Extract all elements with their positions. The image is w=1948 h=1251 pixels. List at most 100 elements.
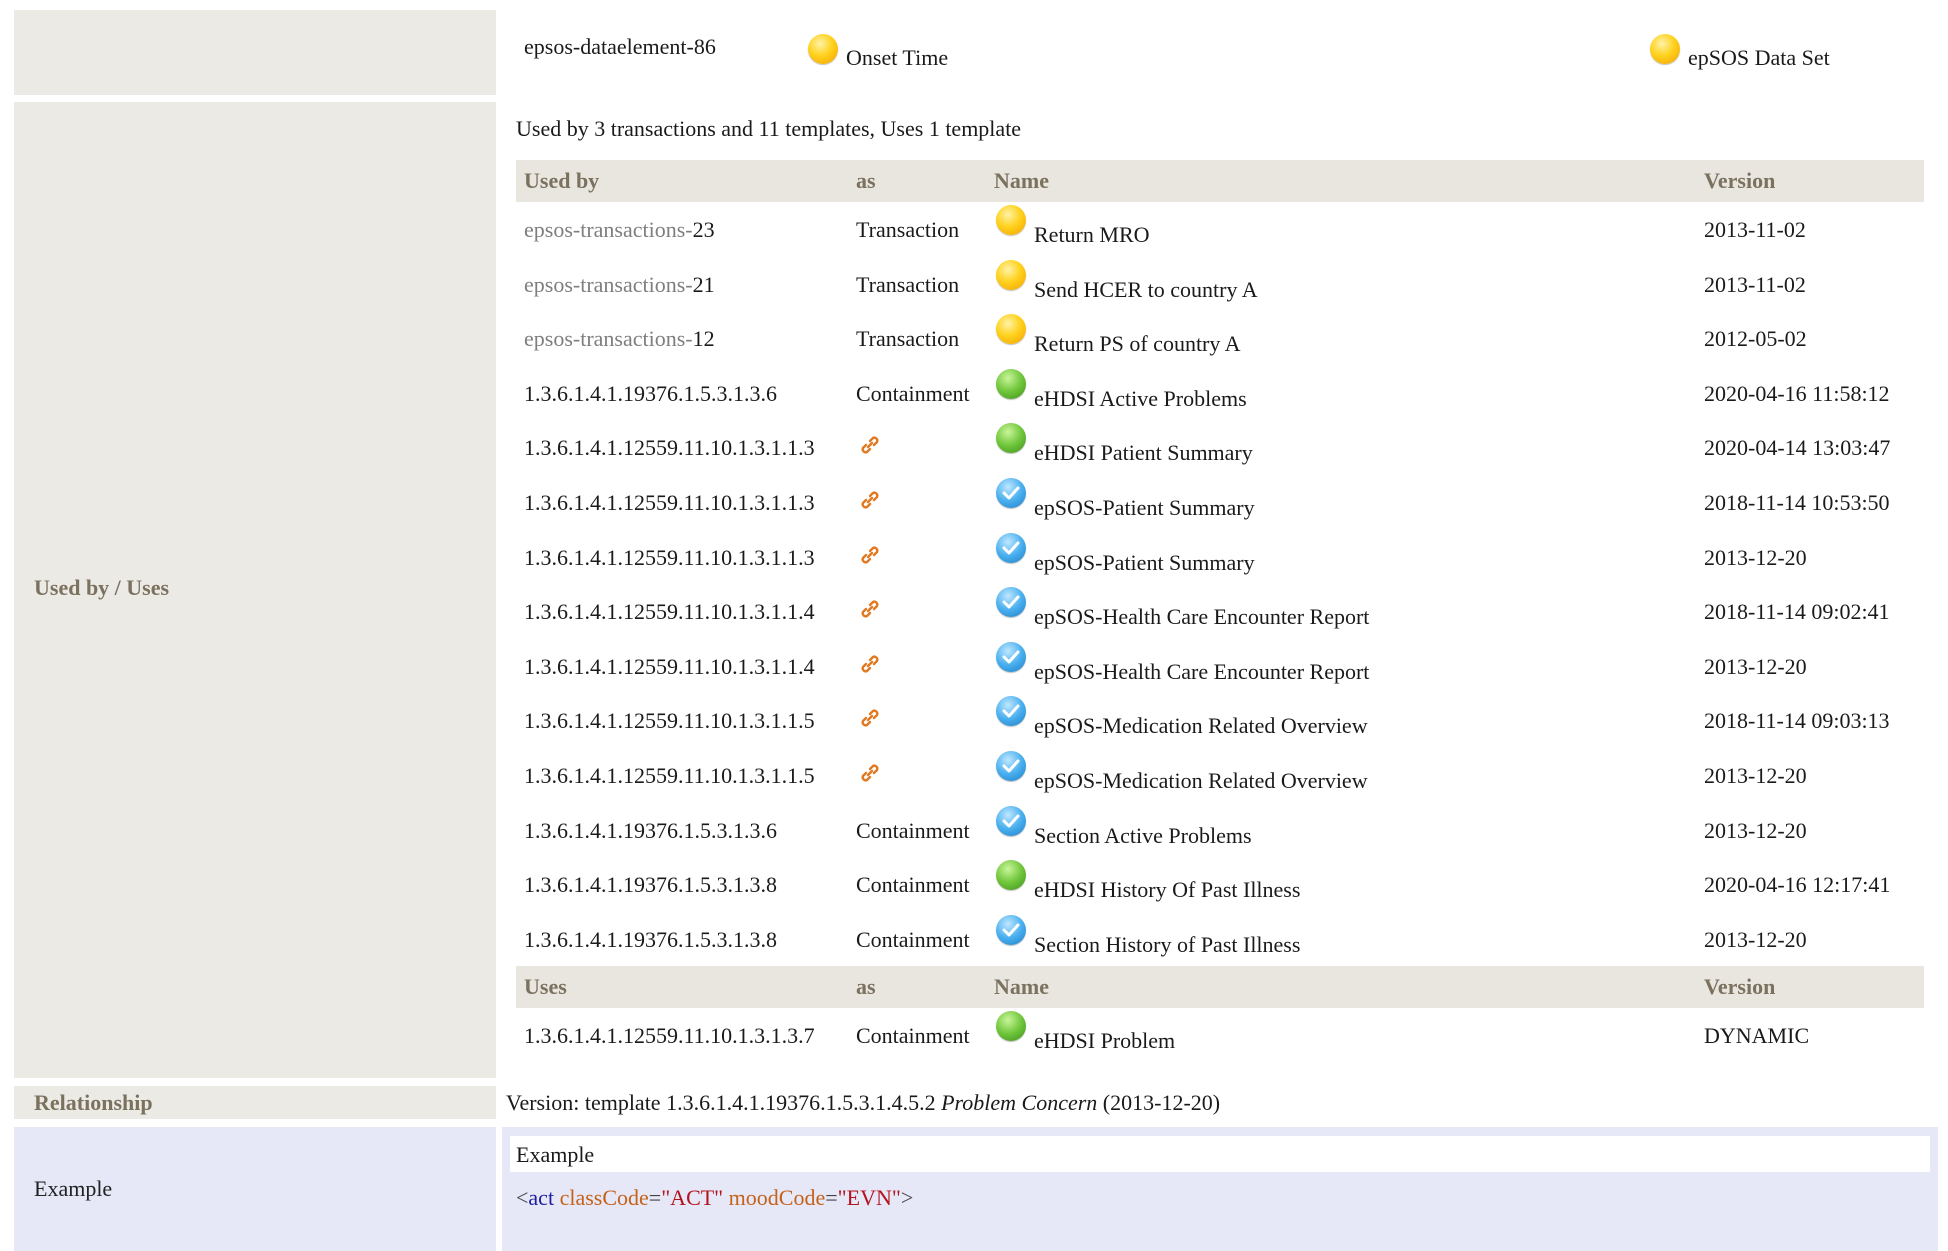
green-circle-icon <box>996 368 1026 399</box>
example-label: Example <box>34 1176 113 1201</box>
green-circle-icon <box>996 423 1026 454</box>
row-name-link[interactable]: Send HCER to country A <box>1034 277 1258 303</box>
link-icon[interactable] <box>858 652 882 676</box>
row-name-link[interactable]: eHDSI Patient Summary <box>1034 440 1253 466</box>
row-id-link[interactable]: 1.3.6.1.4.1.12559.11.10.1.3.1.1.5 <box>524 763 815 789</box>
row-id-number: 12 <box>692 326 715 352</box>
blue-check-icon <box>996 532 1026 563</box>
header-name: Name <box>994 168 1049 193</box>
row-name-link[interactable]: epSOS-Health Care Encounter Report <box>1034 604 1369 630</box>
relationship-text: Version: template 1.3.6.1.4.1.19376.1.5.… <box>506 1090 1220 1116</box>
row-name-link[interactable]: epSOS-Patient Summary <box>1034 550 1255 576</box>
row-version: 2013-12-20 <box>1704 926 1807 952</box>
row-id-link[interactable]: 1.3.6.1.4.1.12559.11.10.1.3.1.1.4 <box>524 654 815 680</box>
code-element: act <box>528 1185 555 1210</box>
relationship-prefix: Version: template 1.3.6.1.4.1.19376.1.5.… <box>506 1090 942 1115</box>
code-bracket: > <box>900 1185 914 1210</box>
row-as: Transaction <box>856 326 960 352</box>
code-value: "EVN" <box>837 1185 901 1210</box>
row-name-link[interactable]: epSOS-Medication Related Overview <box>1034 768 1368 794</box>
row-id-link[interactable]: 1.3.6.1.4.1.19376.1.5.3.1.3.6 <box>524 818 777 844</box>
dataelement-id: epsos-dataelement-86 <box>524 34 716 59</box>
header-version: Version <box>1704 168 1776 193</box>
row-version: 2020-04-14 13:03:47 <box>1704 435 1891 461</box>
blue-check-icon <box>996 478 1026 508</box>
link-icon[interactable] <box>858 761 882 785</box>
row-as: Containment <box>856 380 970 406</box>
code-bracket: < <box>516 1185 529 1210</box>
green-circle-icon <box>996 1011 1026 1041</box>
row-version: 2018-11-14 09:02:41 <box>1704 599 1890 625</box>
row-name-link[interactable]: epSOS-Medication Related Overview <box>1034 713 1368 739</box>
blue-check-icon <box>996 914 1026 945</box>
dataset-name-link[interactable]: epSOS Data Set <box>1688 45 1830 71</box>
header-used-by: Used by <box>524 168 600 193</box>
row-as: Containment <box>856 817 970 843</box>
row-id-prefix: epsos-transactions- <box>524 271 693 297</box>
example-label-cell: Example <box>14 1127 496 1251</box>
row-id-link[interactable]: epsos-transactions-12 <box>524 326 715 352</box>
example-code: <act classCode="ACT" moodCode="EVN"> <box>516 1185 914 1210</box>
row-id-link[interactable]: epsos-transactions-23 <box>524 217 715 243</box>
header-name: Name <box>994 974 1049 999</box>
usage-summary: Used by 3 transactions and 11 templates,… <box>516 116 1022 141</box>
code-attribute: classCode <box>559 1185 649 1210</box>
row-id-link[interactable]: 1.3.6.1.4.1.12559.11.10.1.3.1.1.4 <box>524 599 815 625</box>
yellow-circle-icon <box>996 205 1026 235</box>
row-id-link[interactable]: 1.3.6.1.4.1.12559.11.10.1.3.1.1.3 <box>524 435 815 461</box>
row-id-prefix: epsos-transactions- <box>524 326 693 352</box>
concept-name-link[interactable]: Onset Time <box>846 45 948 71</box>
row-version: DYNAMIC <box>1704 1023 1810 1048</box>
row-id-link[interactable]: 1.3.6.1.4.1.12559.11.10.1.3.1.1.3 <box>524 490 815 516</box>
template-details-page: epsos-dataelement-86 Onset Time epSOS Da… <box>0 0 1948 1251</box>
row-version: 2018-11-14 09:03:13 <box>1704 708 1890 734</box>
row-version: 2020-04-16 11:58:12 <box>1704 380 1890 406</box>
row-id-link[interactable]: 1.3.6.1.4.1.12559.11.10.1.3.1.1.5 <box>524 708 815 734</box>
row-version: 2013-12-20 <box>1704 544 1807 570</box>
link-icon[interactable] <box>858 597 882 621</box>
row-version: 2013-11-02 <box>1704 271 1806 297</box>
row-id-link[interactable]: 1.3.6.1.4.1.12559.11.10.1.3.1.1.3 <box>524 545 815 571</box>
row-version: 2012-05-02 <box>1704 326 1807 352</box>
row-as: Containment <box>856 872 970 898</box>
relationship-label: Relationship <box>34 1090 153 1115</box>
row-id-prefix: epsos-transactions- <box>524 217 693 242</box>
row-name-link[interactable]: epSOS-Health Care Encounter Report <box>1034 659 1369 685</box>
header-as: as <box>856 168 876 193</box>
row-id-link[interactable]: 1.3.6.1.4.1.19376.1.5.3.1.3.6 <box>524 381 777 407</box>
row-version: 2018-11-14 10:53:50 <box>1704 490 1890 515</box>
example-heading-bar <box>510 1136 1930 1172</box>
yellow-circle-icon <box>996 314 1026 345</box>
blue-check-icon <box>996 751 1026 781</box>
row-id-link[interactable]: 1.3.6.1.4.1.19376.1.5.3.1.3.8 <box>524 927 777 953</box>
row-name-link[interactable]: epSOS-Patient Summary <box>1034 495 1255 521</box>
row-as: Transaction <box>856 271 960 297</box>
row-as: Containment <box>856 1023 970 1048</box>
row-name-link[interactable]: Return MRO <box>1034 222 1150 248</box>
row-name-link[interactable]: eHDSI History Of Past Illness <box>1034 877 1300 903</box>
link-icon[interactable] <box>858 433 882 457</box>
relationship-version: (2013-12-20) <box>1097 1090 1221 1115</box>
row-name-link[interactable]: Section Active Problems <box>1034 823 1252 849</box>
link-icon[interactable] <box>858 543 882 567</box>
link-icon[interactable] <box>858 488 882 512</box>
row-id-link[interactable]: 1.3.6.1.4.1.12559.11.10.1.3.1.3.7 <box>524 1023 815 1049</box>
row-as: Transaction <box>856 217 960 242</box>
row-id-link[interactable]: epsos-transactions-21 <box>524 272 715 298</box>
relationship-template-link[interactable]: Problem Concern <box>941 1090 1097 1115</box>
header-as: as <box>856 974 876 999</box>
concept-label-cell <box>14 10 496 95</box>
relationship-label-cell: Relationship <box>14 1086 496 1119</box>
row-id-number: 21 <box>692 271 715 297</box>
row-name-link[interactable]: eHDSI Active Problems <box>1034 386 1247 412</box>
header-uses: Uses <box>524 974 567 999</box>
row-name-link[interactable]: Section History of Past Illness <box>1034 932 1300 958</box>
blue-check-icon <box>996 696 1026 727</box>
green-circle-icon <box>996 860 1026 891</box>
row-version: 2013-11-02 <box>1704 217 1806 242</box>
row-id-link[interactable]: 1.3.6.1.4.1.19376.1.5.3.1.3.8 <box>524 872 777 898</box>
row-version: 2013-12-20 <box>1704 763 1807 788</box>
row-name-link[interactable]: eHDSI Problem <box>1034 1028 1175 1054</box>
link-icon[interactable] <box>858 706 882 730</box>
row-name-link[interactable]: Return PS of country A <box>1034 331 1241 357</box>
